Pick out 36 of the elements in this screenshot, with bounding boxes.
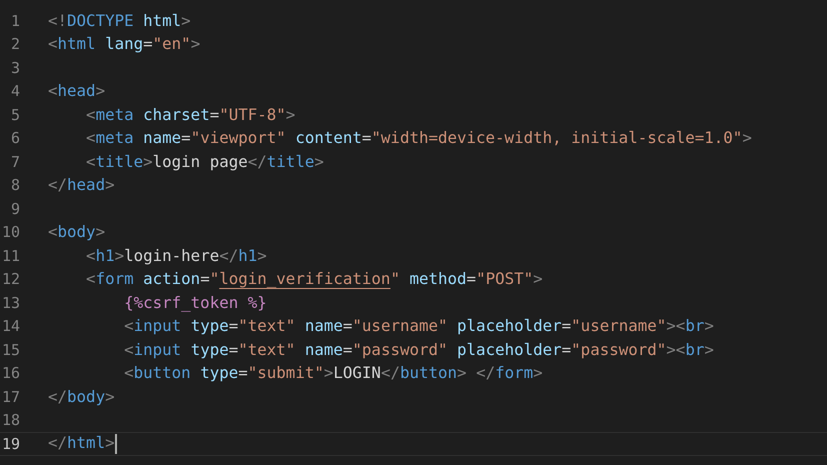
line-number: 2 [10,34,20,54]
code-line: <title>login page</title> [85,152,324,172]
code-line: <html lang="en"> [48,34,200,54]
line-number: 12 [0,269,20,290]
line-number: 18 [0,410,20,430]
code-line: </body> [48,386,115,407]
line-number: 9 [10,198,20,219]
line-number: 8 [10,175,20,196]
code-line: <input type="text" name="password" placeholder="password"><br> [123,340,714,360]
line-number: 15 [0,340,20,360]
line-number: 4 [10,81,20,102]
code-line: <meta name="viewport" content="width=device-width, initial-scale=1.0"> [85,128,752,148]
line-number: 16 [0,363,20,384]
line-number: 3 [10,58,20,78]
code-line: <form action="login_verification" method="POST"> [85,269,543,290]
line-number: 13 [0,292,20,313]
line-number: 19 [0,434,20,454]
line-number: 5 [10,104,20,125]
code-line: <body> [48,222,106,242]
code-line: </html> [48,433,117,454]
code-line: </head> [48,175,115,196]
code-line: <h1>login-here</h1> [85,246,267,266]
code-line: <head> [48,81,106,102]
code-line: {%csrf_token %} [123,292,267,313]
text-cursor [114,434,117,454]
line-number: 11 [0,246,20,266]
line-number: 1 [10,10,20,31]
code-line: <!DOCTYPE html> [48,10,191,31]
code-line: <input type="text" name="username" placeholder="username"><br> [123,316,714,336]
line-number: 14 [0,316,20,336]
code-line: <button type="submit">LOGIN</button> </form> [123,363,543,384]
line-number: 6 [10,128,20,148]
line-number: 17 [0,386,20,407]
line-number: 7 [10,152,20,172]
line-number: 10 [0,222,20,242]
code-line: <meta charset="UTF-8"> [85,104,296,125]
